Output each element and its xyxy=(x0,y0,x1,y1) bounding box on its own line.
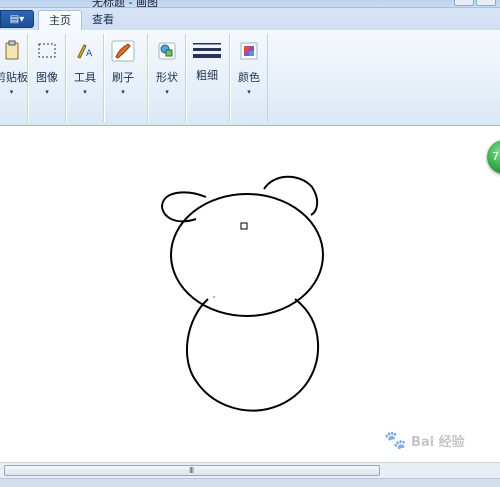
image-label: 图像 xyxy=(36,71,58,84)
cursor-square xyxy=(240,222,248,230)
clipboard-group: 剪贴板 ▾ xyxy=(0,34,28,122)
size-label: 粗细 xyxy=(196,69,218,82)
head-shape xyxy=(170,193,324,317)
title-bar: 无标题 - 画图 xyxy=(0,0,500,8)
line-width-icon xyxy=(192,38,222,64)
paw-icon: 🐾 xyxy=(384,430,407,451)
image-group: 图像 ▾ xyxy=(28,34,66,122)
tools-label: 工具 xyxy=(74,71,96,84)
drawing-canvas[interactable] xyxy=(0,127,500,462)
tab-home[interactable]: 主页 xyxy=(38,10,82,30)
colors-label: 颜色 xyxy=(238,71,260,84)
select-icon xyxy=(33,38,61,64)
tools-button[interactable]: A 工具 ▾ xyxy=(71,38,99,96)
brushes-label: 刷子 xyxy=(112,71,134,84)
image-button[interactable]: 图像 ▾ xyxy=(33,38,61,96)
stray-dot xyxy=(213,296,215,298)
horizontal-scrollbar[interactable]: III xyxy=(0,462,500,478)
window-title: 无标题 - 画图 xyxy=(92,0,158,8)
shapes-group: 形状 ▾ xyxy=(148,34,186,122)
clipboard-button[interactable]: 剪贴板 ▾ xyxy=(0,38,28,96)
shapes-icon xyxy=(153,38,181,64)
watermark-logo: 🐾 Bai 经验 xyxy=(384,430,465,451)
menu-icon: ▤▾ xyxy=(9,13,25,25)
clipboard-icon xyxy=(0,38,26,64)
right-ear-shape xyxy=(263,175,319,216)
brushes-group: 刷子 ▾ xyxy=(104,34,148,122)
maximize-button[interactable] xyxy=(476,0,496,6)
clipboard-label: 剪贴板 xyxy=(0,71,28,84)
minimize-button[interactable] xyxy=(454,0,474,6)
chevron-down-icon: ▾ xyxy=(121,88,125,96)
svg-text:A: A xyxy=(86,49,93,59)
chevron-down-icon: ▾ xyxy=(83,88,87,96)
status-bar xyxy=(0,478,500,487)
size-button[interactable]: 粗细 xyxy=(192,38,222,83)
tools-icon: A xyxy=(71,38,99,64)
watermark-text: Bai 经验 xyxy=(410,435,465,450)
scroll-grip: III xyxy=(189,466,194,475)
shapes-label: 形状 xyxy=(156,71,178,84)
chevron-down-icon: ▾ xyxy=(165,88,169,96)
size-group: 粗细 xyxy=(186,34,230,122)
brushes-button[interactable]: 刷子 ▾ xyxy=(109,38,137,96)
colors-button[interactable]: 颜色 ▾ xyxy=(235,38,263,96)
brush-icon xyxy=(109,38,137,64)
tools-group: A 工具 ▾ xyxy=(66,34,104,122)
colors-group: 颜色 ▾ xyxy=(230,34,268,122)
chevron-down-icon: ▾ xyxy=(247,88,251,96)
shapes-button[interactable]: 形状 ▾ xyxy=(153,38,181,96)
chevron-down-icon: ▾ xyxy=(45,88,49,96)
ribbon-tab-row: ▤▾ 主页 查看 xyxy=(0,8,500,30)
color-icon xyxy=(235,38,263,64)
tab-view[interactable]: 查看 xyxy=(82,10,124,30)
ribbon: 剪贴板 ▾ 图像 ▾ A 工具 ▾ 刷子 ▾ 形状 ▾ 粗细 颜色 ▾ xyxy=(0,30,500,126)
scrollbar-thumb[interactable]: III xyxy=(4,465,380,476)
chevron-down-icon: ▾ xyxy=(9,88,14,96)
paint-menu-button[interactable]: ▤▾ xyxy=(0,10,34,28)
badge-number: 7 xyxy=(492,150,499,163)
bear-drawing xyxy=(160,175,324,412)
